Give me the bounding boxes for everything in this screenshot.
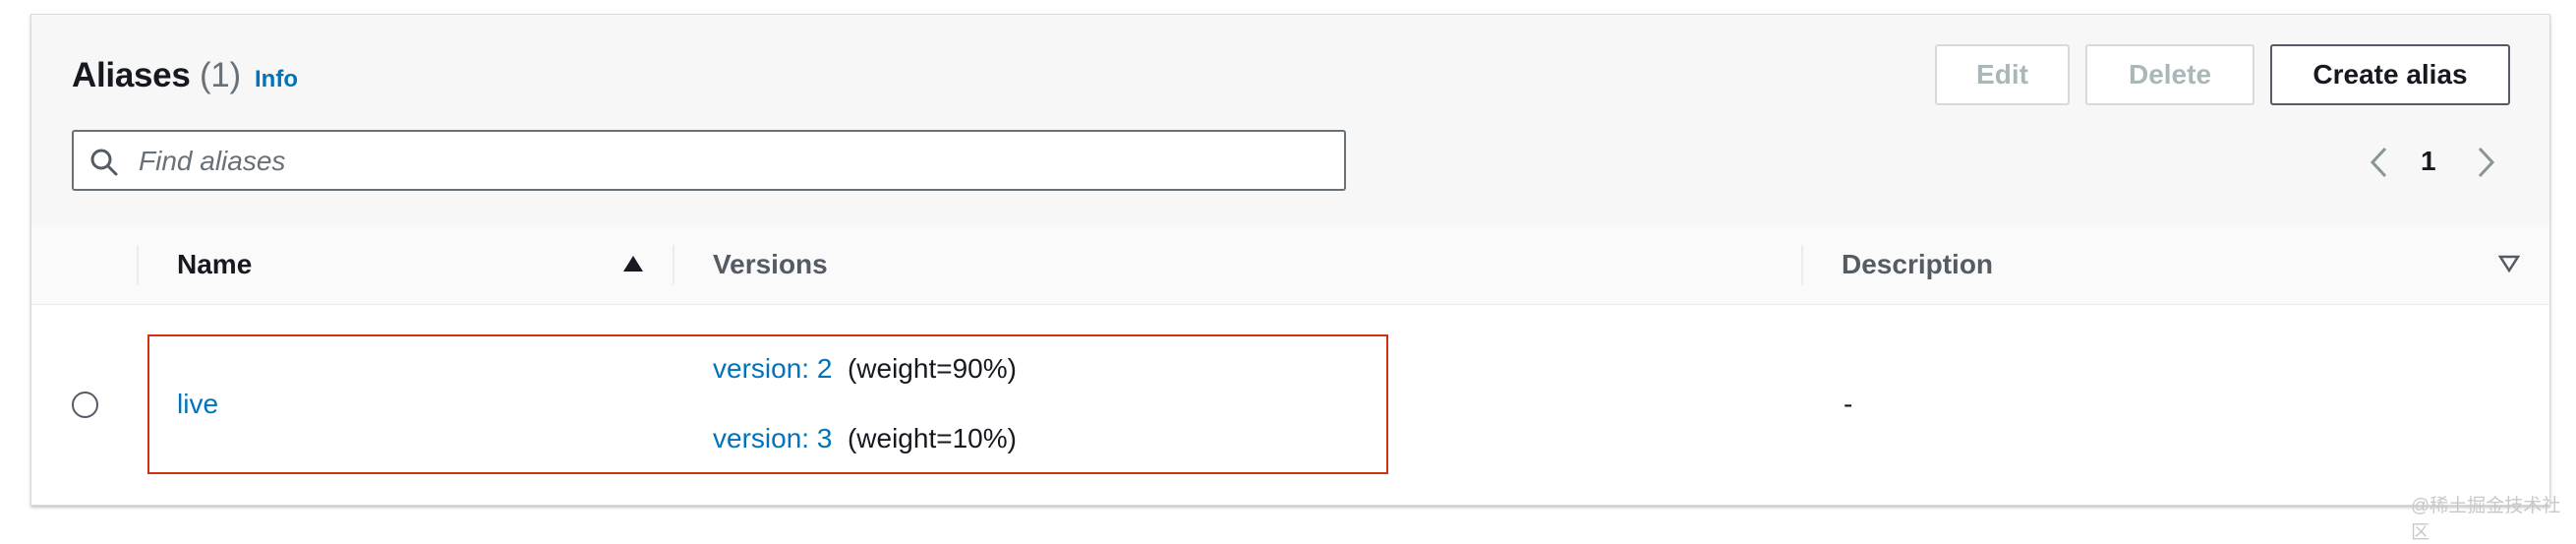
column-header-versions[interactable]: Versions [713, 225, 828, 304]
version-weight: (weight=10%) [847, 423, 1017, 453]
version-entry: version: 2 (weight=90%) [713, 353, 1017, 385]
version-link[interactable]: version: 2 [713, 353, 832, 384]
column-header-name[interactable]: Name [177, 225, 252, 304]
column-header-description[interactable]: Description [1842, 225, 1993, 304]
column-divider[interactable] [1801, 245, 1803, 284]
watermark-text: @稀土掘金技术社区 [2411, 496, 2561, 543]
sort-descending-icon[interactable] [2498, 255, 2520, 272]
panel-header: Aliases (1) Info Edit Delete Create alia… [31, 15, 2549, 226]
aliases-panel: Aliases (1) Info Edit Delete Create alia… [30, 14, 2550, 506]
search-input[interactable] [137, 140, 1320, 183]
delete-button[interactable]: Delete [2085, 44, 2254, 105]
table-header: Name Versions Description [31, 225, 2549, 305]
create-alias-button[interactable]: Create alias [2270, 44, 2510, 105]
version-entry: version: 3 (weight=10%) [713, 423, 1017, 454]
search-box[interactable] [72, 130, 1346, 191]
description-cell: - [1844, 389, 1853, 419]
info-link[interactable]: Info [255, 66, 298, 93]
chevron-left-icon[interactable] [2364, 143, 2393, 182]
search-icon [90, 149, 118, 176]
column-divider [137, 245, 139, 284]
title-text: Aliases [72, 56, 191, 94]
edit-button[interactable]: Edit [1935, 44, 2070, 105]
current-page-number[interactable]: 1 [2421, 146, 2436, 177]
chevron-right-icon[interactable] [2472, 143, 2501, 182]
alias-name-link[interactable]: live [177, 389, 218, 420]
alias-count: (1) [199, 56, 241, 94]
panel-title: Aliases (1) [72, 56, 241, 95]
version-weight: (weight=90%) [847, 353, 1017, 384]
row-select-radio[interactable] [72, 392, 98, 418]
version-link[interactable]: version: 3 [713, 423, 832, 453]
sort-ascending-icon[interactable] [622, 255, 644, 272]
column-divider[interactable] [673, 245, 674, 284]
